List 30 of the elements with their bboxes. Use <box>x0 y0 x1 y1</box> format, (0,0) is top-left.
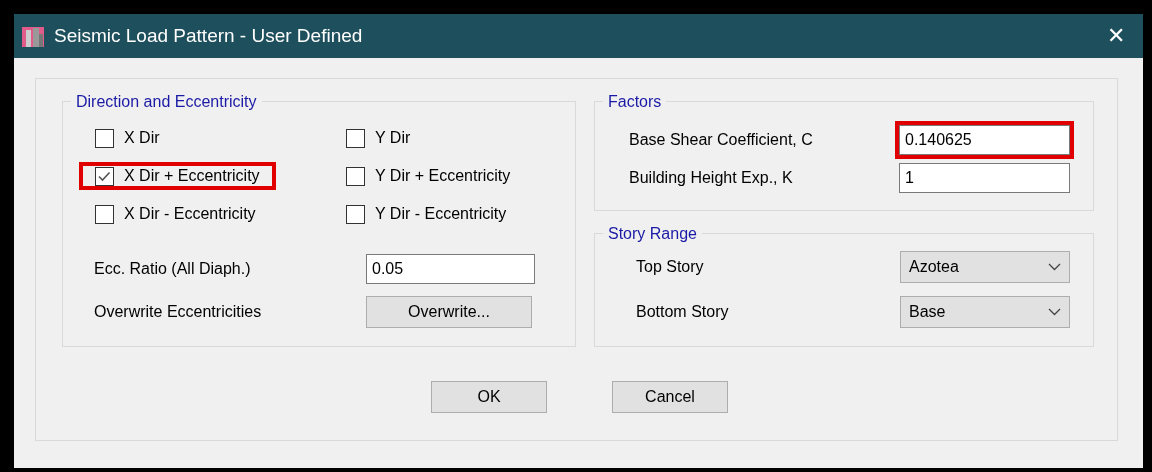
cancel-button[interactable]: Cancel <box>612 381 728 413</box>
checkbox[interactable] <box>95 166 114 186</box>
input-field[interactable]: 1 <box>899 163 1070 193</box>
dropdown[interactable]: Base <box>900 296 1070 328</box>
window-title: Seismic Load Pattern - User Defined <box>54 23 364 48</box>
field-label: Building Height Exp., K <box>629 168 794 188</box>
checkbox[interactable] <box>95 204 114 224</box>
chevron-down-icon <box>1048 263 1061 271</box>
dropdown[interactable]: Azotea <box>900 251 1070 283</box>
checkbox-label: X Dir - Eccentricity <box>124 204 256 224</box>
checkbox-label: Y Dir + Eccentricity <box>375 166 511 186</box>
checkbox-label: Y Dir <box>375 128 411 148</box>
input-field[interactable]: 0.05 <box>366 254 535 284</box>
chevron-down-icon <box>1048 308 1061 316</box>
building-icon <box>22 25 44 47</box>
field-label: Top Story <box>636 257 705 277</box>
checkbox[interactable] <box>346 204 365 224</box>
checkbox-label: Y Dir - Eccentricity <box>375 204 507 224</box>
close-button[interactable]: ✕ <box>1097 25 1135 47</box>
checkbox-label: X Dir + Eccentricity <box>124 166 260 186</box>
checkbox[interactable] <box>346 166 365 186</box>
overwrite-button[interactable]: Overwrite... <box>366 296 532 328</box>
checkbox[interactable] <box>95 128 114 148</box>
checkbox-label: X Dir <box>124 128 160 148</box>
ok-button[interactable]: OK <box>431 381 547 413</box>
field-label: Ecc. Ratio (All Diaph.) <box>94 259 252 279</box>
field-label: Bottom Story <box>636 302 730 322</box>
field-label: Overwrite Eccentricities <box>94 302 263 322</box>
checkbox[interactable] <box>346 128 365 148</box>
field-label: Base Shear Coefficient, C <box>629 130 814 150</box>
